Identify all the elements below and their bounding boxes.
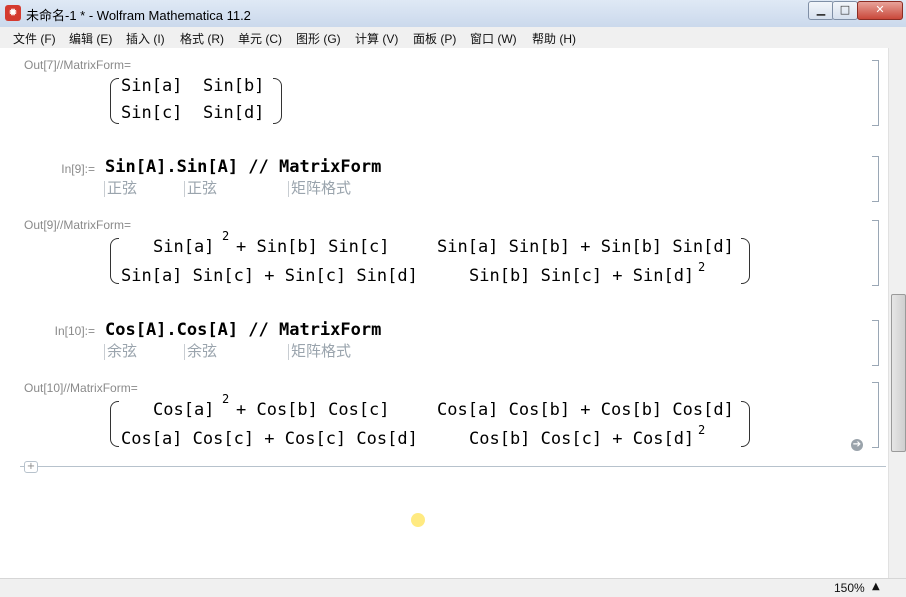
matrix-entry: Sin[b]: [203, 76, 265, 96]
matrix-entry: Cos[b] Cos[c] + Cos[d]: [469, 429, 695, 449]
matrix-entry: Cos[a] Cos[c] + Cos[c] Cos[d]: [121, 429, 418, 449]
menu-insert[interactable]: 插入 (I): [126, 30, 165, 47]
out7-label: Out[7]//MatrixForm=: [24, 58, 132, 72]
zoom-dropdown-icon[interactable]: ▲: [872, 581, 880, 592]
matrix-entry: + Cos[b] Cos[c]: [236, 400, 390, 420]
menu-help[interactable]: 帮助 (H): [532, 30, 576, 47]
cell-bracket[interactable]: [872, 220, 879, 286]
notebook-area[interactable]: Out[7]//MatrixForm= Sin[a] Sin[b] Sin[c]…: [0, 48, 888, 578]
out10-label: Out[10]//MatrixForm=: [24, 381, 138, 395]
status-bar: 150% ▲: [0, 578, 906, 597]
matrix-entry: Cos[a] Cos[b] + Cos[b] Cos[d]: [437, 400, 734, 420]
out9-label: Out[9]//MatrixForm=: [24, 218, 132, 232]
matrix-entry: Sin[a]: [153, 237, 215, 257]
minimize-button[interactable]: ▁: [808, 1, 834, 20]
matrix-right-paren: [273, 78, 282, 124]
exponent: 2: [698, 423, 706, 437]
matrix-right-paren: [741, 238, 750, 284]
exponent: 2: [698, 260, 706, 274]
in9-label: In[9]:=: [61, 162, 95, 176]
matrix-entry: Sin[a] Sin[c] + Sin[c] Sin[d]: [121, 266, 418, 286]
menu-cell[interactable]: 单元 (C): [238, 30, 282, 47]
maximize-button[interactable]: □: [832, 1, 858, 20]
autocomplete-hint: 余弦: [104, 344, 137, 360]
cell-bracket[interactable]: [872, 156, 879, 202]
matrix-entry: Sin[d]: [203, 103, 265, 123]
cell-bracket[interactable]: [872, 382, 879, 448]
cell-insertion-line[interactable]: [20, 466, 886, 467]
menu-file[interactable]: 文件 (F): [13, 30, 56, 47]
matrix-left-paren: [110, 78, 119, 124]
in10-code[interactable]: Cos[A].Cos[A] // MatrixForm: [105, 320, 381, 340]
zoom-level[interactable]: 150%: [834, 581, 865, 595]
in10-label: In[10]:=: [54, 324, 95, 338]
autocomplete-hint: 矩阵格式: [288, 344, 351, 360]
menu-evaluation[interactable]: 计算 (V): [355, 30, 398, 47]
menu-graphics[interactable]: 图形 (G): [296, 30, 341, 47]
title-bar: ✹ 未命名-1 * - Wolfram Mathematica 11.2 ▁ □…: [0, 0, 906, 28]
matrix-entry: Sin[b] Sin[c] + Sin[d]: [469, 266, 695, 286]
menu-palettes[interactable]: 面板 (P): [413, 30, 456, 47]
suggestions-bar-icon[interactable]: ➔: [851, 439, 863, 451]
autocomplete-hint: 余弦: [184, 344, 217, 360]
close-button[interactable]: ✕: [857, 1, 903, 20]
menu-bar: 文件 (F) 编辑 (E) 插入 (I) 格式 (R) 单元 (C) 图形 (G…: [0, 27, 906, 49]
cell-bracket[interactable]: [872, 60, 879, 126]
menu-edit[interactable]: 编辑 (E): [69, 30, 112, 47]
matrix-right-paren: [741, 401, 750, 447]
matrix-entry: Sin[a]: [121, 76, 183, 96]
menu-format[interactable]: 格式 (R): [180, 30, 224, 47]
matrix-entry: Sin[c]: [121, 103, 183, 123]
exponent: 2: [222, 229, 230, 243]
autocomplete-hint: 正弦: [104, 181, 137, 197]
mathematica-spikey-icon[interactable]: ✹: [5, 5, 21, 21]
matrix-left-paren: [110, 401, 119, 447]
menu-window[interactable]: 窗口 (W): [470, 30, 517, 47]
autocomplete-hint: 正弦: [184, 181, 217, 197]
matrix-entry: Sin[a] Sin[b] + Sin[b] Sin[d]: [437, 237, 734, 257]
autocomplete-hint: 矩阵格式: [288, 181, 351, 197]
matrix-left-paren: [110, 238, 119, 284]
matrix-entry: Cos[a]: [153, 400, 215, 420]
matrix-entry: + Sin[b] Sin[c]: [236, 237, 390, 257]
window-title: 未命名-1 * - Wolfram Mathematica 11.2: [26, 8, 251, 23]
scrollbar-thumb[interactable]: [891, 294, 906, 452]
add-cell-button[interactable]: +: [24, 461, 38, 473]
exponent: 2: [222, 392, 230, 406]
cell-bracket[interactable]: [872, 320, 879, 366]
vertical-scrollbar[interactable]: [888, 48, 906, 578]
in9-code[interactable]: Sin[A].Sin[A] // MatrixForm: [105, 157, 381, 177]
mouse-cursor-highlight: [411, 513, 425, 527]
